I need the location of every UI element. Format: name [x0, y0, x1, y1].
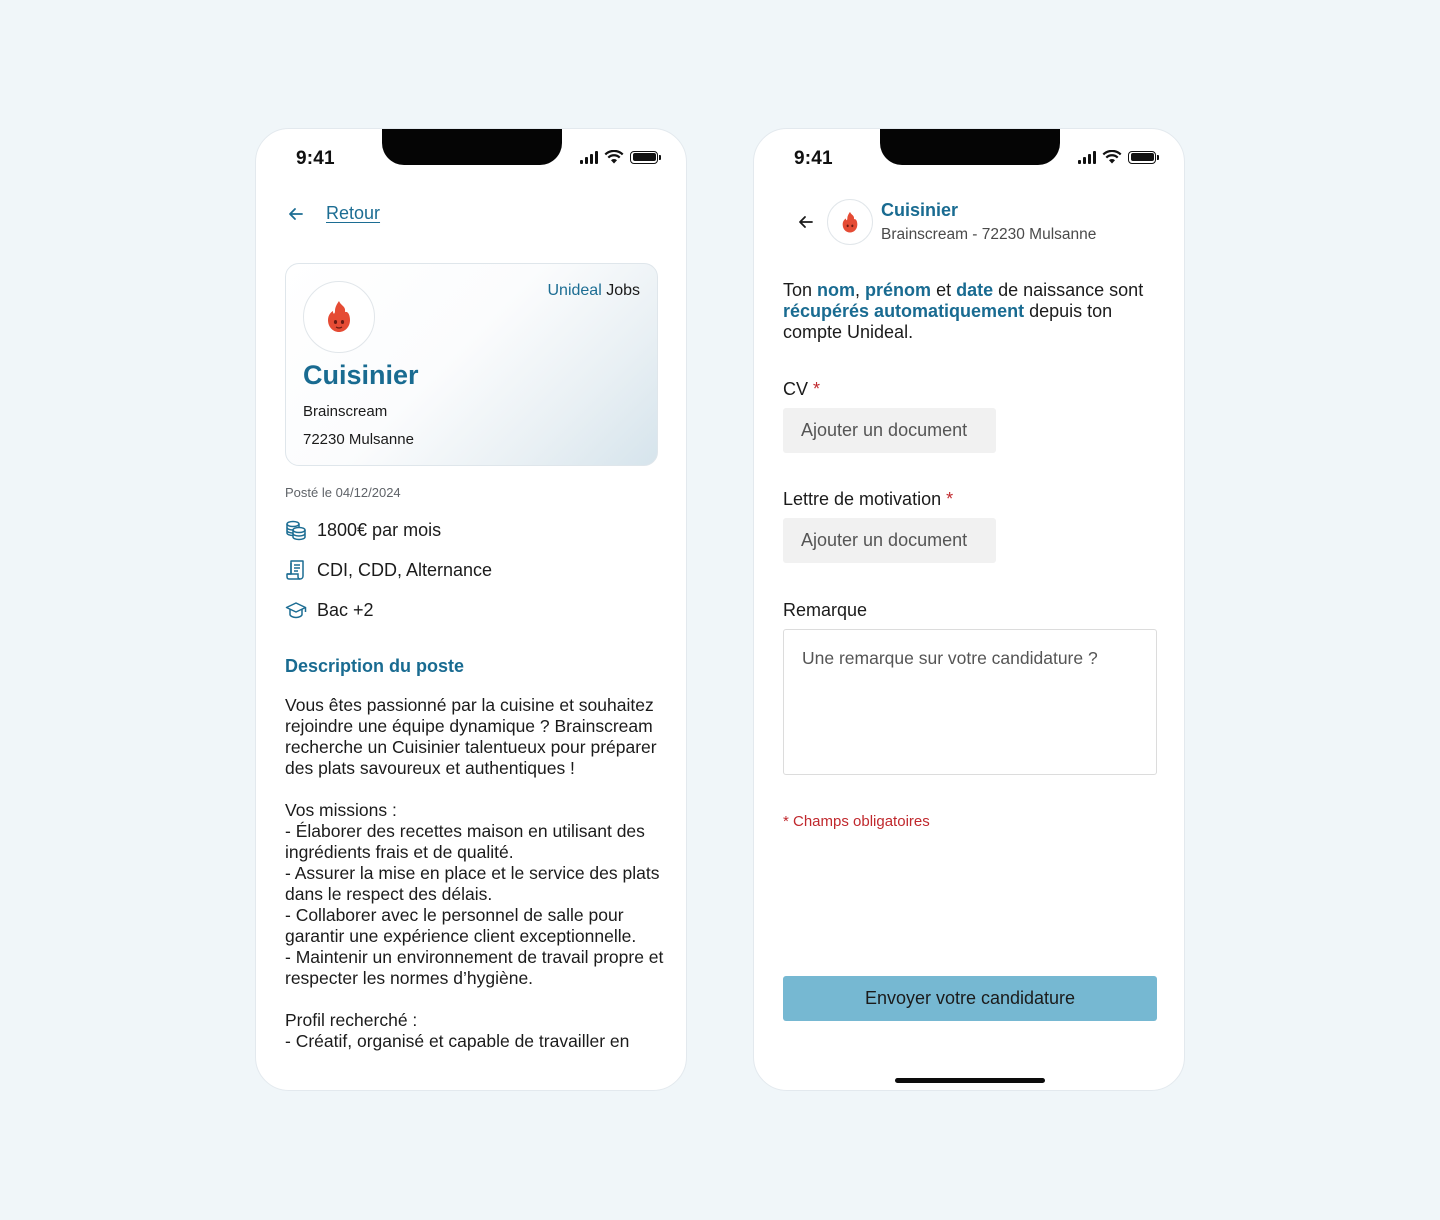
graduation-cap-icon — [285, 602, 307, 619]
battery-icon — [1128, 150, 1159, 164]
coins-icon — [286, 520, 306, 541]
intro-highlight: nom — [817, 280, 856, 300]
required-asterisk: * — [946, 489, 954, 509]
intro-text: , — [855, 280, 866, 300]
description-title: Description du poste — [285, 656, 465, 676]
intro-text: et — [931, 280, 957, 300]
job-company: Brainscream — [303, 403, 388, 420]
cellular-signal-icon — [580, 150, 598, 164]
intro-highlight: prénom — [865, 280, 932, 300]
arrow-left-icon[interactable] — [286, 204, 306, 224]
job-title: Cuisinier — [303, 360, 419, 390]
contract-text: CDI, CDD, Alternance — [317, 559, 493, 580]
cellular-signal-icon — [1078, 150, 1096, 164]
company-logo — [827, 199, 873, 245]
arrow-left-icon[interactable] — [796, 212, 816, 232]
letter-label-text: Lettre de motivation — [783, 489, 942, 509]
application-screen: 9:41 Cuisinier Brainscream - 72230 Mulsa… — [753, 128, 1185, 1091]
home-indicator — [895, 1078, 1045, 1083]
status-icons — [580, 150, 661, 164]
letter-label: Lettre de motivation * — [783, 489, 953, 510]
flame-mascot-icon — [328, 301, 350, 332]
job-detail-screen: 9:41 Retour Unideal Jobs Cuisinier Brain… — [255, 128, 687, 1091]
brand-name: Unideal — [547, 282, 602, 299]
intro-text: Ton — [783, 280, 818, 300]
job-location: 72230 Mulsanne — [303, 431, 414, 448]
submit-application-button[interactable]: Envoyer votre candidature — [783, 976, 1157, 1021]
description-body: Vous êtes passionné par la cuisine et so… — [285, 695, 664, 1051]
intro-highlight: récupérés automatiquement — [783, 301, 1025, 321]
back-link[interactable]: Retour — [326, 203, 380, 224]
status-icons — [1078, 150, 1159, 164]
contract-row: CDI, CDD, Alternance — [285, 559, 492, 581]
battery-icon — [630, 150, 661, 164]
status-time: 9:41 — [296, 148, 335, 169]
job-subtitle: Brainscream - 72230 Mulsanne — [881, 226, 1097, 243]
back-link-row[interactable]: Retour — [286, 203, 380, 224]
education-text: Bac +2 — [317, 599, 374, 620]
brand-label: Unideal Jobs — [547, 282, 640, 300]
autofill-notice: Ton nom, prénom et date de naissance son… — [783, 280, 1163, 343]
job-title: Cuisinier — [881, 200, 959, 220]
cv-upload-button[interactable]: Ajouter un document — [783, 408, 996, 453]
salary-row: 1800€ par mois — [285, 519, 441, 541]
required-asterisk: * — [813, 379, 821, 399]
wifi-icon — [604, 150, 624, 164]
flame-mascot-icon — [842, 211, 858, 232]
cv-label-text: CV — [783, 379, 809, 399]
company-logo — [303, 281, 375, 353]
education-row: Bac +2 — [285, 599, 374, 621]
cv-label: CV * — [783, 379, 820, 400]
phone-notch — [880, 129, 1060, 165]
contract-icon — [286, 560, 304, 580]
status-time: 9:41 — [794, 148, 833, 169]
intro-text: de naissance sont — [993, 280, 1144, 300]
wifi-icon — [1102, 150, 1122, 164]
phone-notch — [382, 129, 562, 165]
job-card: Unideal Jobs Cuisinier Brainscream 72230… — [285, 263, 658, 466]
brand-suffix: Jobs — [606, 282, 640, 299]
remark-textarea[interactable] — [783, 629, 1157, 775]
required-fields-note: * Champs obligatoires — [783, 813, 930, 830]
posted-date: Posté le 04/12/2024 — [285, 485, 401, 500]
letter-upload-button[interactable]: Ajouter un document — [783, 518, 996, 563]
remark-label: Remarque — [783, 600, 868, 620]
salary-text: 1800€ par mois — [317, 519, 442, 540]
intro-highlight: date — [956, 280, 994, 300]
